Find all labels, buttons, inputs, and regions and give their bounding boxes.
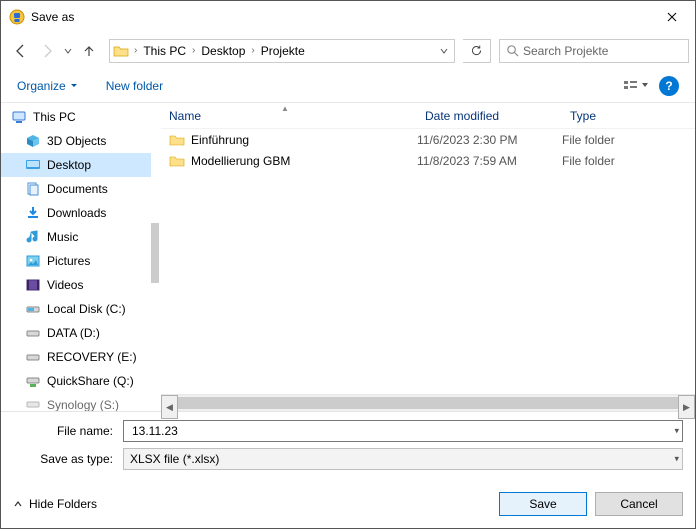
cancel-button[interactable]: Cancel [595, 492, 683, 516]
tree-item-downloads[interactable]: Downloads [1, 201, 151, 225]
chevron-down-icon [70, 82, 78, 90]
navigation-bar: › This PC › Desktop › Projekte Search Pr… [1, 33, 695, 69]
filename-label: File name: [13, 424, 123, 438]
filename-text[interactable] [130, 423, 649, 439]
tree-item-quickshare-q[interactable]: QuickShare (Q:) [1, 369, 151, 393]
back-button[interactable] [9, 39, 33, 63]
address-dropdown[interactable] [434, 40, 454, 62]
view-options-button[interactable] [619, 75, 653, 97]
tree-item-videos[interactable]: Videos [1, 273, 151, 297]
search-icon [506, 44, 519, 57]
file-rows[interactable]: Einführung 11/6/2023 2:30 PM File folder… [161, 129, 695, 394]
file-row[interactable]: Modellierung GBM 11/8/2023 7:59 AM File … [161, 150, 695, 171]
organize-menu[interactable]: Organize [17, 79, 78, 93]
column-name[interactable]: Name ▲ [161, 109, 417, 123]
music-icon [25, 229, 41, 245]
tree-item-pictures[interactable]: Pictures [1, 249, 151, 273]
videos-icon [25, 277, 41, 293]
tree-item-this-pc[interactable]: This PC [1, 105, 151, 129]
tree-item-recovery-e[interactable]: RECOVERY (E:) [1, 345, 151, 369]
breadcrumb-this-pc[interactable]: This PC [139, 40, 190, 62]
column-date[interactable]: Date modified [417, 109, 562, 123]
net-drive-icon [25, 373, 41, 389]
dialog-footer: Hide Folders Save Cancel [1, 480, 695, 528]
breadcrumb-projekte[interactable]: Projekte [257, 40, 309, 62]
folder-icon [169, 132, 185, 148]
tree-scrollbar[interactable] [151, 103, 161, 411]
hide-folders-button[interactable]: Hide Folders [13, 497, 97, 511]
cube-icon [25, 133, 41, 149]
tree-item-3d-objects[interactable]: 3D Objects [1, 129, 151, 153]
file-date: 11/6/2023 2:30 PM [417, 133, 562, 147]
tree-item-local-disk-c[interactable]: Local Disk (C:) [1, 297, 151, 321]
column-type[interactable]: Type [562, 109, 695, 123]
scrollbar-thumb[interactable] [178, 397, 678, 409]
drive-icon [25, 325, 41, 341]
file-row[interactable]: Einführung 11/6/2023 2:30 PM File folder [161, 129, 695, 150]
navigation-tree[interactable]: This PC 3D Objects Desktop Documents Dow… [1, 103, 151, 411]
file-date: 11/8/2023 7:59 AM [417, 154, 562, 168]
refresh-button[interactable] [463, 39, 491, 63]
tree-item-synology-s[interactable]: Synology (S:) [1, 393, 151, 411]
filetype-value: XLSX file (*.xlsx) [130, 452, 219, 466]
file-type: File folder [562, 154, 695, 168]
documents-icon [25, 181, 41, 197]
search-box[interactable]: Search Projekte [499, 39, 689, 63]
tree-item-data-d[interactable]: DATA (D:) [1, 321, 151, 345]
sort-indicator-icon: ▲ [281, 104, 289, 113]
save-as-dialog: Save as › This PC › Desktop › Projekte [0, 0, 696, 529]
organize-label: Organize [17, 79, 66, 93]
save-button[interactable]: Save [499, 492, 587, 516]
pc-icon [11, 109, 27, 125]
tree-item-documents[interactable]: Documents [1, 177, 151, 201]
net-drive-icon [25, 397, 41, 411]
column-headers: Name ▲ Date modified Type [161, 103, 695, 129]
body: This PC 3D Objects Desktop Documents Dow… [1, 103, 695, 412]
tree-item-music[interactable]: Music [1, 225, 151, 249]
help-button[interactable]: ? [659, 76, 679, 96]
title-text: Save as [31, 10, 649, 24]
close-button[interactable] [649, 2, 695, 32]
up-button[interactable] [77, 39, 101, 63]
drive-icon [25, 301, 41, 317]
pictures-icon [25, 253, 41, 269]
filetype-label: Save as type: [13, 452, 123, 466]
chevron-down-icon[interactable]: ▾ [674, 454, 679, 465]
filename-input[interactable]: ▾ [123, 420, 683, 442]
tree-item-desktop[interactable]: Desktop [1, 153, 151, 177]
file-list-area: Name ▲ Date modified Type Einführung 11/… [161, 103, 695, 411]
scroll-left-icon[interactable]: ◀ [161, 395, 178, 419]
filetype-select[interactable]: XLSX file (*.xlsx) ▾ [123, 448, 683, 470]
new-folder-button[interactable]: New folder [106, 79, 163, 93]
recent-locations-dropdown[interactable] [61, 39, 75, 63]
drive-icon [25, 349, 41, 365]
chevron-up-icon [13, 499, 23, 509]
chevron-right-icon[interactable]: › [132, 45, 139, 56]
file-name: Modellierung GBM [191, 154, 290, 168]
folder-icon [169, 153, 185, 169]
folder-icon [110, 43, 132, 59]
desktop-icon [25, 157, 41, 173]
file-name: Einführung [191, 133, 249, 147]
scroll-right-icon[interactable]: ▶ [678, 395, 695, 419]
address-bar[interactable]: › This PC › Desktop › Projekte [109, 39, 455, 63]
toolbar: Organize New folder ? [1, 69, 695, 103]
search-placeholder: Search Projekte [523, 44, 608, 58]
breadcrumb-desktop[interactable]: Desktop [197, 40, 249, 62]
downloads-icon [25, 205, 41, 221]
chevron-right-icon[interactable]: › [190, 45, 197, 56]
file-type: File folder [562, 133, 695, 147]
app-icon [9, 9, 25, 25]
title-bar: Save as [1, 1, 695, 33]
forward-button[interactable] [35, 39, 59, 63]
chevron-down-icon[interactable]: ▾ [674, 426, 679, 437]
chevron-right-icon[interactable]: › [249, 45, 256, 56]
save-fields: File name: ▾ Save as type: XLSX file (*.… [1, 412, 695, 480]
horizontal-scrollbar[interactable]: ◀ ▶ [161, 394, 695, 411]
